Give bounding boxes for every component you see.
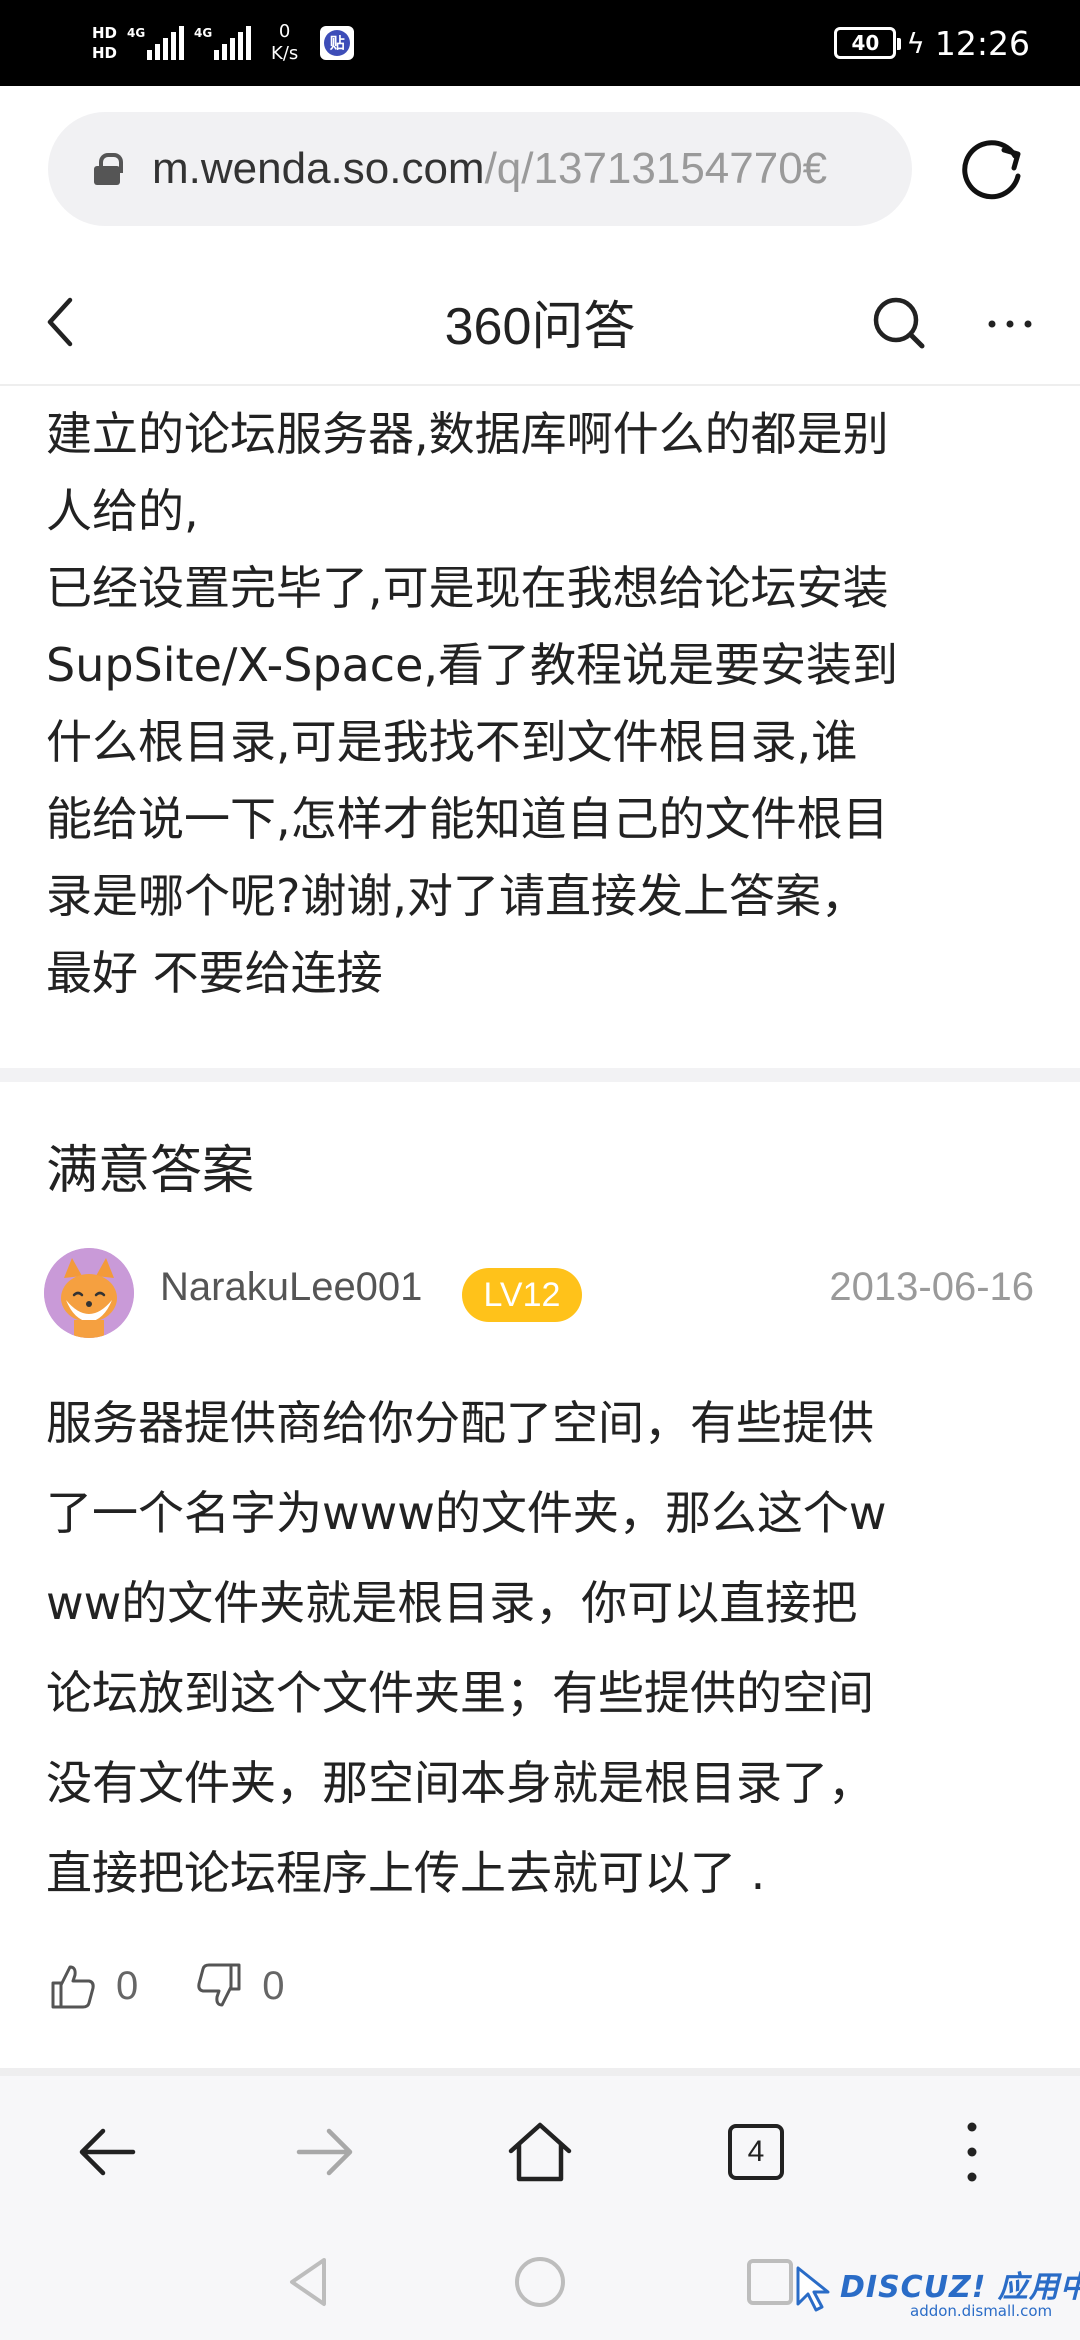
nav-home-icon[interactable]	[510, 2252, 570, 2312]
toolbar-divider	[0, 2068, 1080, 2076]
signal-icon-1: 4G	[127, 26, 185, 60]
question-line: 已经设置完毕了,可是现在我想给论坛安装	[46, 561, 889, 615]
search-icon[interactable]	[870, 294, 930, 354]
page-header: 360问答	[0, 258, 1080, 386]
vote-bar: 0 0	[48, 1958, 341, 2014]
like-button[interactable]: 0	[48, 1961, 138, 2011]
thumbs-down-icon	[197, 1963, 241, 2007]
url-path: /q/13713154770€	[484, 144, 828, 193]
question-line: 能给说一下,怎样才能知道自己的文件根目	[46, 792, 889, 846]
question-line: 建立的论坛服务器,数据库啊什么的都是别	[46, 407, 889, 461]
arrow-left-icon	[79, 2128, 136, 2176]
section-divider	[0, 1068, 1080, 1082]
menu-button[interactable]	[932, 2112, 1012, 2192]
watermark-brand: DISCUZ! 应用中心	[840, 2270, 1080, 2305]
address-bar-row: m.wenda.so.com/q/13713154770€	[0, 86, 1080, 258]
thumbs-up-icon	[51, 1965, 95, 2009]
answer-line: 了一个名字为www的文件夹，那么这个w	[46, 1486, 887, 1540]
arrow-right-icon	[296, 2128, 353, 2176]
lock-icon	[94, 153, 123, 185]
answer-line: 直接把论坛程序上传上去就可以了 .	[46, 1846, 766, 1900]
dislike-button[interactable]: 0	[194, 1961, 285, 2011]
status-time: 12:26	[934, 23, 1030, 63]
answer-line: 服务器提供商给你分配了空间，有些提供	[46, 1396, 874, 1450]
network-gen-2: 4G	[194, 26, 213, 40]
url-text[interactable]: m.wenda.so.com/q/13713154770€	[152, 144, 827, 194]
app-icon-glyph: 贴	[324, 30, 351, 56]
app-notification-icon: 贴	[320, 26, 355, 60]
like-count: 0	[116, 1963, 139, 2008]
answerer-username[interactable]: NarakuLee001	[160, 1265, 422, 1310]
level-badge: LV12	[462, 1268, 582, 1322]
discuz-watermark: DISCUZ! 应用中心 addon.dismall.com	[790, 2258, 1080, 2332]
status-left: HD HD 4G 4G 0 K/s 贴	[92, 14, 355, 72]
question-line: 人给的,	[46, 484, 199, 538]
answer-date: 2013-06-16	[829, 1265, 1034, 1309]
network-gen-1: 4G	[127, 26, 146, 40]
question-line: 最好 不要给连接	[46, 946, 383, 1000]
forward-button[interactable]	[284, 2112, 364, 2192]
network-speed: 0 K/s	[271, 21, 298, 65]
hd-indicator: HD HD	[92, 23, 117, 63]
fox-avatar-icon	[44, 1248, 134, 1338]
question-line: 录是哪个呢?谢谢,对了请直接发上答案，	[46, 869, 868, 923]
speed-unit: K/s	[271, 43, 299, 64]
battery-level: 40	[851, 31, 880, 55]
answer-heading: 满意答案	[46, 1141, 255, 1201]
question-body: 建立的论坛服务器,数据库啊什么的都是别 人给的, 已经设置完毕了,可是现在我想给…	[46, 396, 1046, 1012]
tabs-icon: 4	[728, 2124, 784, 2180]
battery-icon: 40	[834, 27, 902, 59]
back-button[interactable]	[68, 2112, 148, 2192]
hd-label-2: HD	[92, 44, 118, 62]
more-icon[interactable]	[980, 294, 1040, 354]
url-host: m.wenda.so.com	[152, 144, 485, 193]
answer-line: 没有文件夹，那空间本身就是根目录了，	[46, 1756, 874, 1810]
tabs-button[interactable]: 4	[716, 2112, 796, 2192]
watermark-site: addon.dismall.com	[910, 2302, 1053, 2320]
home-icon	[508, 2122, 572, 2182]
avatar[interactable]	[44, 1248, 134, 1338]
question-line: SupSite/X-Space,看了教程说是要安装到	[46, 638, 898, 692]
vertical-dots-icon	[967, 2122, 977, 2182]
tab-count: 4	[747, 2135, 765, 2168]
answer-line: 论坛放到这个文件夹里；有些提供的空间	[46, 1666, 874, 1720]
home-button[interactable]	[500, 2112, 580, 2192]
dislike-count: 0	[262, 1963, 285, 2008]
question-line: 什么根目录,可是我找不到文件根目录,谁	[46, 715, 858, 769]
status-right: 40 ϟ 12:26	[834, 18, 1030, 68]
charging-icon: ϟ	[906, 26, 925, 60]
reload-icon[interactable]	[958, 134, 1028, 204]
browser-toolbar: 4	[0, 2076, 1080, 2224]
answer-line: ww的文件夹就是根目录，你可以直接把	[46, 1576, 858, 1630]
speed-value: 0	[278, 21, 291, 42]
address-bar[interactable]: m.wenda.so.com/q/13713154770€	[48, 112, 912, 226]
signal-icon-2: 4G	[194, 26, 252, 60]
cursor-icon	[796, 2266, 830, 2312]
nav-back-icon[interactable]	[280, 2252, 340, 2312]
status-bar: HD HD 4G 4G 0 K/s 贴 40 ϟ 12:26	[0, 0, 1080, 86]
answer-body: 服务器提供商给你分配了空间，有些提供 了一个名字为www的文件夹，那么这个w w…	[46, 1378, 1046, 1918]
hd-label-1: HD	[92, 24, 118, 42]
